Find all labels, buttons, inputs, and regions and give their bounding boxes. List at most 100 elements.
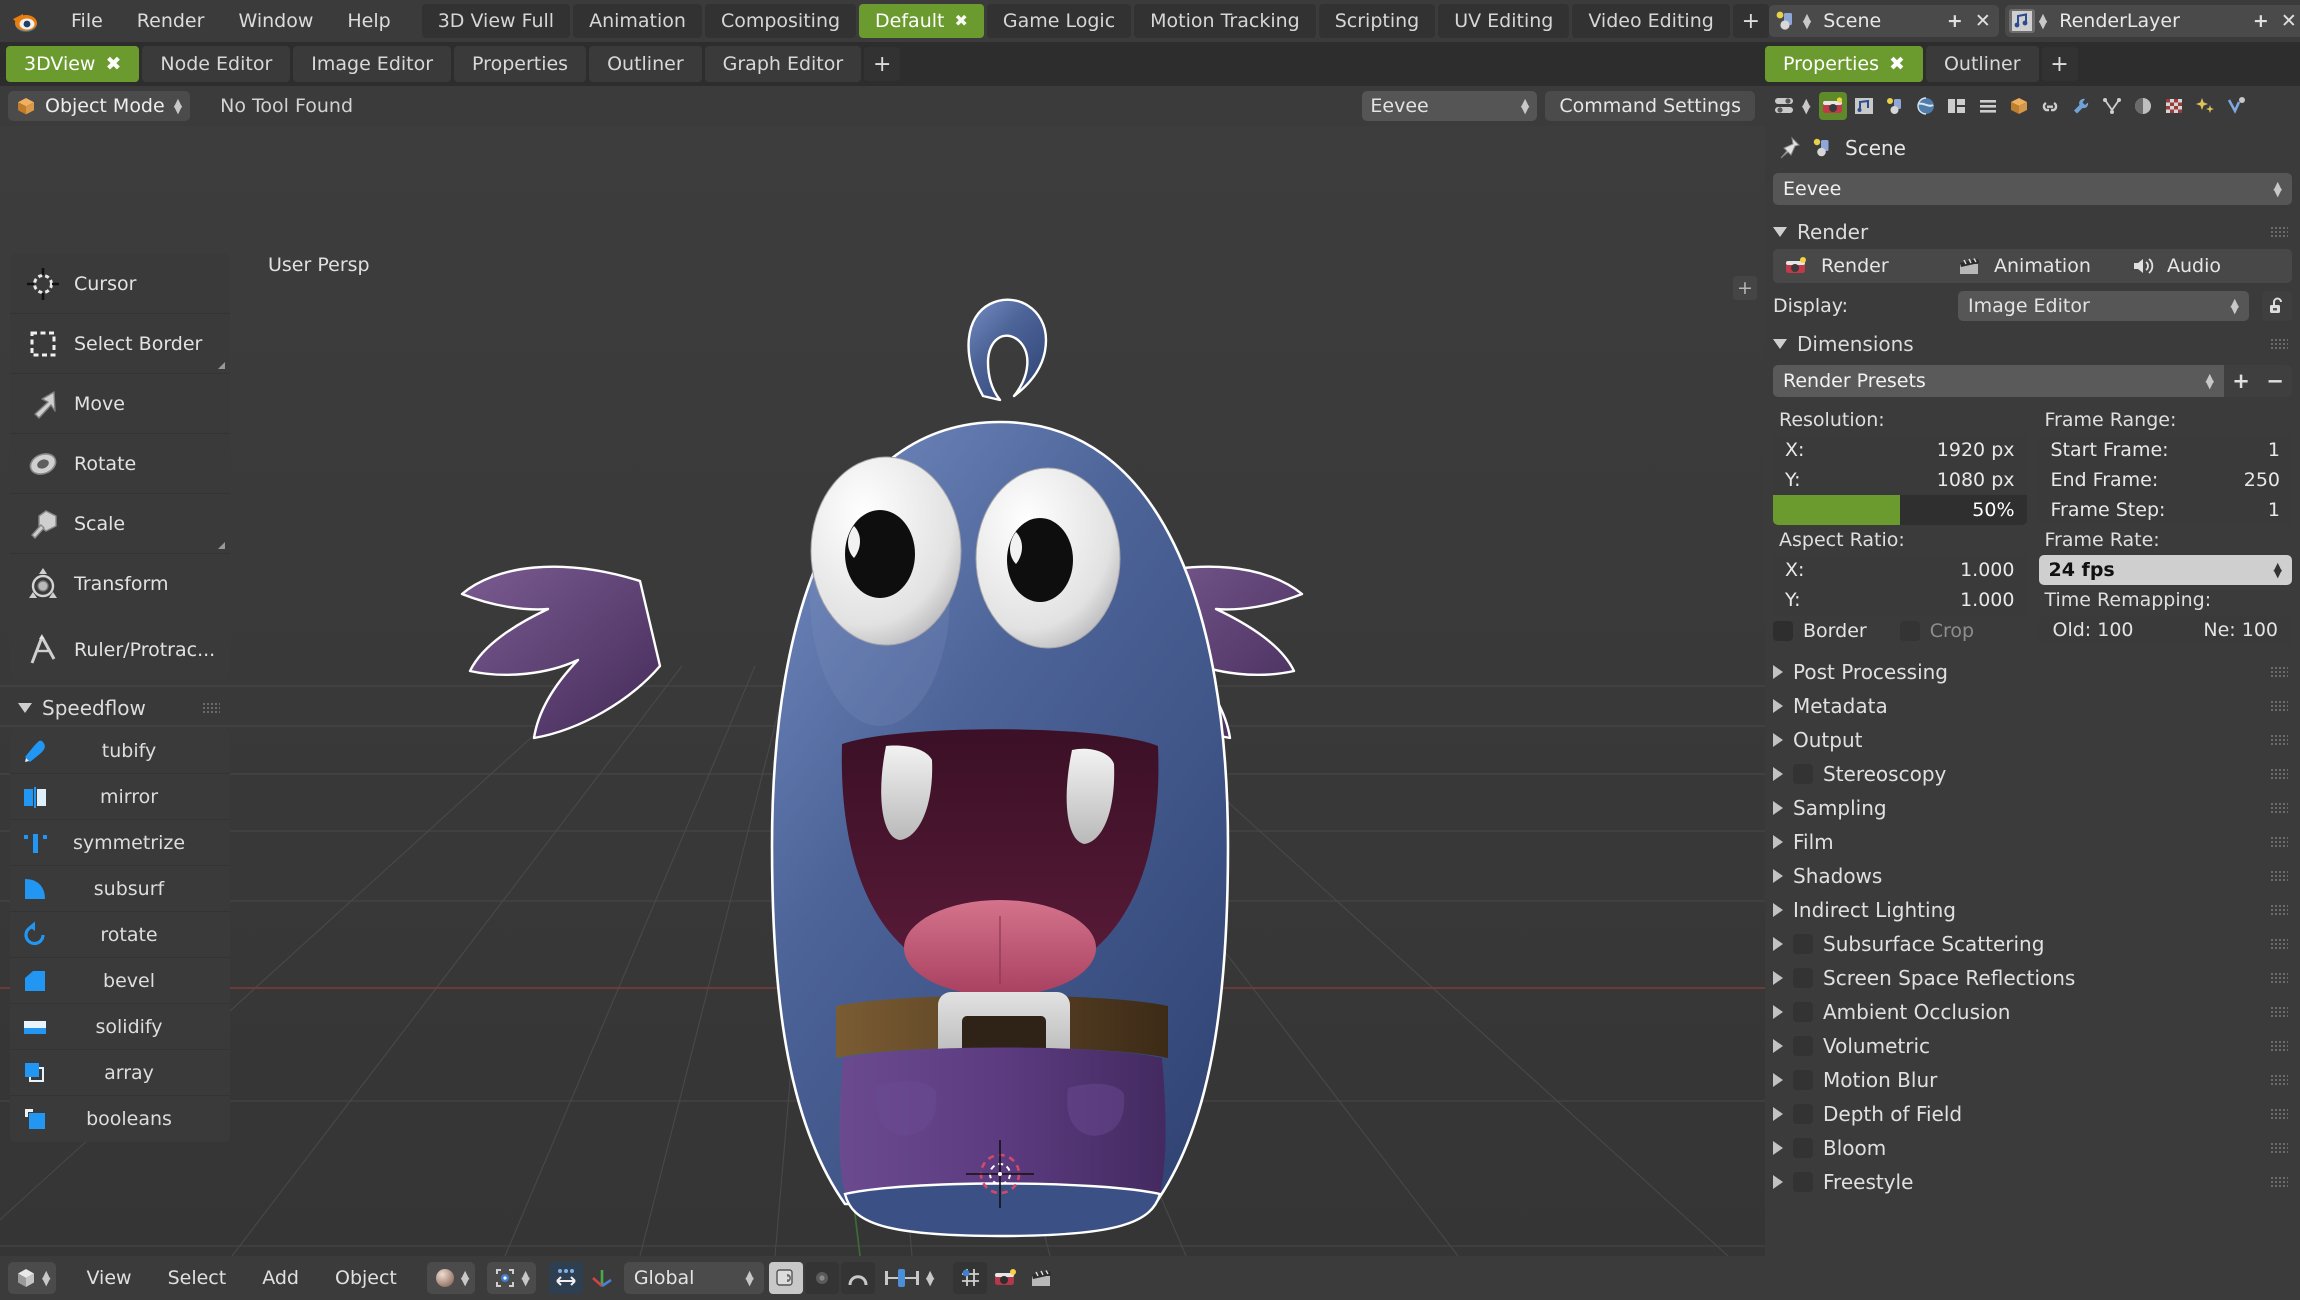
speedflow-item-rotate[interactable]: rotate xyxy=(10,912,230,958)
display-mode-select[interactable]: Image Editor ▲ ▼ xyxy=(1958,291,2249,321)
checkbox-icon[interactable] xyxy=(1793,764,1813,784)
close-icon[interactable]: ✖ xyxy=(954,4,967,38)
panel-metadata[interactable]: Metadata xyxy=(1773,689,2292,723)
add-renderlayer-button[interactable]: + xyxy=(2249,10,2273,32)
pin-icon[interactable] xyxy=(1777,136,1801,160)
panel-grip-icon[interactable] xyxy=(202,702,220,714)
close-icon[interactable]: ✖ xyxy=(105,46,121,82)
tool-scale[interactable]: Scale xyxy=(10,494,230,554)
panel-grip-icon[interactable] xyxy=(2270,1006,2288,1018)
checkbox-icon[interactable] xyxy=(1793,1138,1813,1158)
scene-name[interactable]: Scene xyxy=(1815,10,1939,32)
screen-tab-3d-view-full[interactable]: 3D View Full xyxy=(421,4,571,38)
pivot-point-selector[interactable]: ▲ ▼ xyxy=(487,1262,536,1294)
checkbox-icon[interactable] xyxy=(1793,1070,1813,1090)
crop-checkbox-wrap[interactable]: Crop xyxy=(1899,620,2027,642)
panel-motion-blur[interactable]: Motion Blur xyxy=(1773,1063,2292,1097)
frame-step-field[interactable]: Frame Step: 1 xyxy=(2039,495,2293,525)
panel-grip-icon[interactable] xyxy=(2270,700,2288,712)
render-camera-icon[interactable] xyxy=(1819,92,1848,120)
screen-tab-animation[interactable]: Animation xyxy=(573,4,702,38)
remove-renderlayer-button[interactable]: ✕ xyxy=(2277,10,2300,32)
render-button[interactable]: Render xyxy=(1773,255,1946,277)
tool-select-border[interactable]: Select Border xyxy=(10,314,230,374)
add-region-button[interactable]: + xyxy=(1733,276,1757,300)
editor-tab-outliner-right[interactable]: Outliner xyxy=(1925,46,2039,82)
screen-tab-default[interactable]: Default ✖ xyxy=(859,4,984,38)
tool-move[interactable]: Move xyxy=(10,374,230,434)
panel-volumetric[interactable]: Volumetric xyxy=(1773,1029,2292,1063)
panel-grip-icon[interactable] xyxy=(2270,1108,2288,1120)
screen-tab-game-logic[interactable]: Game Logic xyxy=(986,4,1132,38)
speedflow-item-booleans[interactable]: booleans xyxy=(10,1096,230,1142)
screen-tab-scripting[interactable]: Scripting xyxy=(1318,4,1436,38)
preset-spinner-icon[interactable]: ▲ ▼ xyxy=(2206,372,2214,390)
audio-button[interactable]: Audio xyxy=(2119,255,2292,277)
add-preset-button[interactable]: + xyxy=(2224,365,2258,397)
menu-help[interactable]: Help xyxy=(330,0,407,42)
effects-icon[interactable] xyxy=(2191,92,2219,120)
checkbox-icon[interactable] xyxy=(1793,1036,1813,1056)
material-icon[interactable] xyxy=(2129,92,2157,120)
manipulator-translate-icon[interactable] xyxy=(548,1262,583,1294)
layer-slider-selector[interactable]: ▲ ▼ xyxy=(876,1262,940,1294)
smooth-falloff-icon[interactable] xyxy=(840,1262,875,1294)
engine-spinner-icon[interactable]: ▲ ▼ xyxy=(2274,180,2282,198)
panel-grip-icon[interactable] xyxy=(2270,1142,2288,1154)
editor-type-selector[interactable]: ▲ ▼ xyxy=(8,1262,57,1294)
panel-grip-icon[interactable] xyxy=(2270,836,2288,848)
panel-grip-icon[interactable] xyxy=(2270,1176,2288,1188)
panel-sampling[interactable]: Sampling xyxy=(1773,791,2292,825)
editor-type-spinner-icon[interactable]: ▲ ▼ xyxy=(1802,97,1810,115)
aspect-x-field[interactable]: X: 1.000 xyxy=(1773,555,2027,585)
axis-gizmo-icon[interactable] xyxy=(585,1262,619,1294)
mode-spinner-icon[interactable]: ▲ ▼ xyxy=(174,97,182,115)
speedflow-item-symmetrize[interactable]: symmetrize xyxy=(10,820,230,866)
speedflow-item-mirror[interactable]: mirror xyxy=(10,774,230,820)
screen-tab-motion-tracking[interactable]: Motion Tracking xyxy=(1134,4,1316,38)
screen-tab-uv-editing[interactable]: UV Editing xyxy=(1438,4,1570,38)
render-section-header[interactable]: Render xyxy=(1773,215,2292,249)
submenu-corner-icon[interactable] xyxy=(218,362,225,369)
interaction-mode-select[interactable]: Object Mode ▲ ▼ xyxy=(8,91,191,121)
panel-stereoscopy[interactable]: Stereoscopy xyxy=(1773,757,2292,791)
checkbox-icon[interactable] xyxy=(1793,1002,1813,1022)
scene-spinner-icon[interactable]: ▲ ▼ xyxy=(1803,12,1811,30)
close-icon[interactable]: ✖ xyxy=(1889,46,1905,82)
physics-wrench-icon[interactable] xyxy=(2067,92,2095,120)
viewport-3d[interactable]: User Persp + Cursor Select Border Move R… xyxy=(0,126,1765,1256)
panel-output[interactable]: Output xyxy=(1773,723,2292,757)
footer-menu-view[interactable]: View xyxy=(68,1256,149,1300)
panel-grip-icon[interactable] xyxy=(2270,938,2288,950)
panel-grip-icon[interactable] xyxy=(2270,226,2288,238)
panel-grip-icon[interactable] xyxy=(2270,768,2288,780)
editor-tab-image-editor[interactable]: Image Editor xyxy=(293,46,452,82)
tool-cursor[interactable]: Cursor xyxy=(10,254,230,314)
submenu-corner-icon[interactable] xyxy=(218,542,225,549)
checkbox-icon[interactable] xyxy=(1899,621,1920,641)
resolution-percent-slider[interactable]: 50% xyxy=(1773,495,2027,525)
tool-transform[interactable]: Transform xyxy=(10,554,230,614)
bone-constraint-icon[interactable] xyxy=(2222,92,2250,120)
footer-menu-object[interactable]: Object xyxy=(317,1256,415,1300)
shading-spinner-icon[interactable]: ▲ ▼ xyxy=(461,1269,469,1287)
resolution-x-field[interactable]: X: 1920 px xyxy=(1773,435,2027,465)
checkbox-icon[interactable] xyxy=(1793,1172,1813,1192)
world-icon[interactable] xyxy=(1912,92,1940,120)
editor-tab-node-editor[interactable]: Node Editor xyxy=(142,46,291,82)
panel-freestyle[interactable]: Freestyle xyxy=(1773,1165,2292,1199)
proportional-edit-icon[interactable] xyxy=(804,1262,839,1294)
texture-icon[interactable] xyxy=(2160,92,2188,120)
animation-button[interactable]: Animation xyxy=(1946,255,2119,277)
panel-grip-icon[interactable] xyxy=(2270,338,2288,350)
checkbox-icon[interactable] xyxy=(1793,968,1813,988)
object-properties-icon[interactable] xyxy=(1943,92,1971,120)
speedflow-item-tubify[interactable]: tubify xyxy=(10,728,230,774)
panel-screen-space-reflections[interactable]: Screen Space Reflections xyxy=(1773,961,2292,995)
panel-grip-icon[interactable] xyxy=(2270,802,2288,814)
orientation-spinner-icon[interactable]: ▲ ▼ xyxy=(745,1269,753,1287)
scene-datablock[interactable]: ▲ ▼ Scene + ✕ xyxy=(1768,5,1999,37)
aspect-y-field[interactable]: Y: 1.000 xyxy=(1773,585,2027,615)
checkbox-icon[interactable] xyxy=(1773,621,1793,641)
add-editor-tab-button-right[interactable]: + xyxy=(2041,47,2078,81)
